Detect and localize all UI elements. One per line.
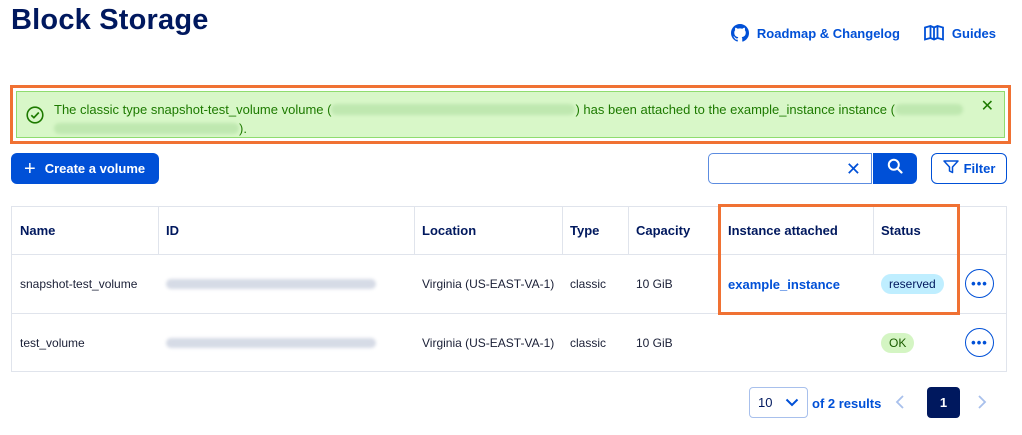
volume-instance: example_instance bbox=[728, 255, 840, 313]
close-icon[interactable]: ✕ bbox=[981, 99, 994, 115]
volume-location: Virginia (US-EAST-VA-1) bbox=[422, 277, 555, 291]
volume-name: snapshot-test_volume bbox=[20, 277, 138, 291]
instance-link[interactable]: example_instance bbox=[728, 277, 840, 292]
banner-message-part1: The classic type snapshot-test_volume vo… bbox=[54, 102, 332, 117]
column-header-location[interactable]: Location bbox=[422, 207, 476, 254]
success-banner: The classic type snapshot-test_volume vo… bbox=[16, 91, 1005, 138]
column-divider bbox=[720, 207, 721, 255]
per-page-select[interactable]: 10 bbox=[749, 387, 808, 418]
column-header-capacity[interactable]: Capacity bbox=[636, 207, 690, 254]
redacted-id bbox=[166, 337, 376, 348]
filter-icon bbox=[942, 160, 959, 177]
column-divider bbox=[562, 207, 563, 255]
chevron-right-icon bbox=[978, 395, 987, 409]
redacted-instance-id-a bbox=[894, 104, 963, 115]
next-page-button[interactable] bbox=[977, 395, 987, 414]
redacted-volume-id bbox=[331, 104, 576, 115]
volume-status: OK bbox=[881, 314, 915, 371]
table-row: snapshot-test_volume Virginia (US-EAST-V… bbox=[12, 255, 1006, 314]
volume-id bbox=[166, 255, 376, 313]
column-divider bbox=[158, 207, 159, 255]
banner-highlight-frame: The classic type snapshot-test_volume vo… bbox=[10, 85, 1011, 144]
redacted-instance-id-b bbox=[54, 123, 239, 134]
previous-page-button[interactable] bbox=[895, 395, 905, 414]
column-divider bbox=[873, 207, 874, 255]
volume-name: test_volume bbox=[20, 335, 85, 350]
column-header-name[interactable]: Name bbox=[20, 207, 55, 254]
filter-button[interactable]: Filter bbox=[931, 153, 1007, 184]
table-row: test_volume Virginia (US-EAST-VA-1) clas… bbox=[12, 314, 1006, 371]
more-icon: ••• bbox=[971, 276, 988, 291]
per-page-value: 10 bbox=[758, 395, 773, 410]
roadmap-link[interactable]: Roadmap & Changelog bbox=[730, 24, 900, 42]
column-divider bbox=[414, 207, 415, 255]
volume-status: reserved bbox=[881, 255, 944, 313]
banner-message: The classic type snapshot-test_volume vo… bbox=[54, 100, 970, 138]
column-divider bbox=[628, 207, 629, 255]
page-button-current[interactable]: 1 bbox=[927, 387, 960, 418]
chevron-left-icon bbox=[895, 395, 904, 409]
search-icon bbox=[887, 158, 903, 179]
more-icon: ••• bbox=[971, 335, 988, 350]
row-actions-button[interactable]: ••• bbox=[965, 328, 994, 357]
github-icon bbox=[730, 24, 749, 42]
column-header-type[interactable]: Type bbox=[570, 207, 599, 254]
check-circle-icon bbox=[26, 106, 44, 129]
volumes-table: Name ID Location Type Capacity Instance … bbox=[11, 206, 1007, 372]
volume-type: classic bbox=[570, 335, 607, 350]
volume-type: classic bbox=[570, 277, 607, 291]
column-header-status[interactable]: Status bbox=[881, 207, 921, 254]
clear-search-icon[interactable]: ✕ bbox=[846, 159, 861, 180]
create-volume-button[interactable]: + Create a volume bbox=[11, 153, 159, 184]
column-header-instance[interactable]: Instance attached bbox=[728, 207, 838, 254]
table-header-row: Name ID Location Type Capacity Instance … bbox=[12, 207, 1006, 255]
banner-message-part3: ). bbox=[239, 121, 247, 136]
filter-label: Filter bbox=[963, 161, 996, 176]
guides-link[interactable]: Guides bbox=[924, 25, 996, 41]
status-badge: OK bbox=[881, 332, 915, 353]
guides-link-label: Guides bbox=[951, 25, 996, 41]
search-button[interactable] bbox=[873, 153, 917, 184]
column-divider bbox=[958, 207, 959, 255]
create-volume-label: Create a volume bbox=[44, 161, 146, 176]
volume-id bbox=[166, 314, 376, 371]
volume-capacity: 10 GiB bbox=[636, 335, 673, 350]
column-header-id[interactable]: ID bbox=[166, 207, 179, 254]
page-title: Block Storage bbox=[11, 4, 209, 36]
book-icon bbox=[924, 25, 944, 41]
status-badge: reserved bbox=[881, 274, 944, 294]
search-input[interactable] bbox=[709, 154, 839, 183]
plus-icon: + bbox=[24, 157, 36, 180]
redacted-id bbox=[166, 279, 376, 289]
search-field: ✕ bbox=[708, 153, 872, 184]
chevron-down-icon bbox=[785, 395, 799, 410]
top-links: Roadmap & Changelog Guides bbox=[730, 24, 996, 42]
row-actions-button[interactable]: ••• bbox=[965, 269, 994, 298]
roadmap-link-label: Roadmap & Changelog bbox=[756, 25, 900, 41]
volume-capacity: 10 GiB bbox=[636, 277, 673, 291]
results-count: of 2 results bbox=[812, 396, 882, 411]
volume-location: Virginia (US-EAST-VA-1) bbox=[422, 335, 555, 350]
banner-message-part2: ) has been attached to the example_insta… bbox=[575, 102, 895, 117]
